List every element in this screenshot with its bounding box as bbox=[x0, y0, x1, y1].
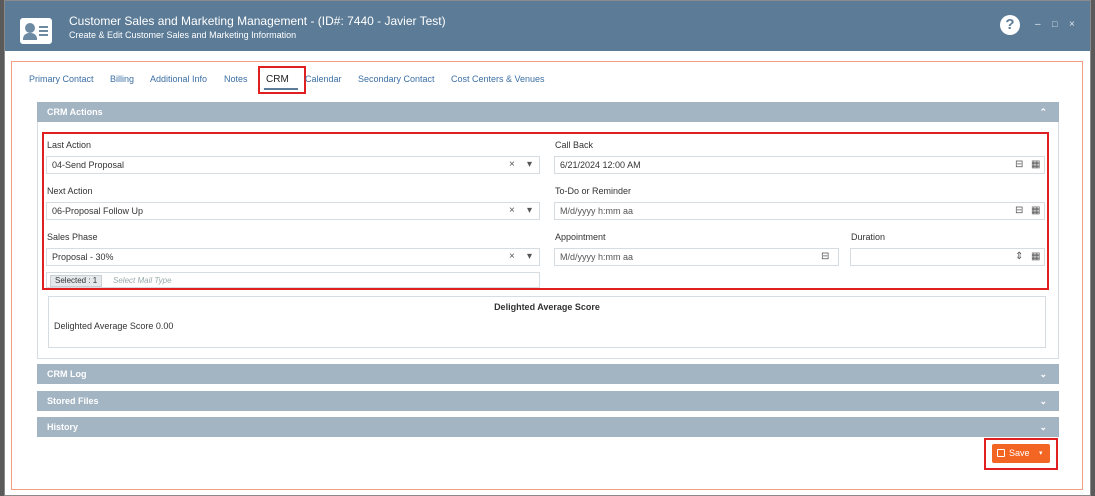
call-back-datetime[interactable]: 6/21/2024 12:00 AM ⊟ ▦ bbox=[554, 156, 1045, 174]
tab-crm[interactable]: CRM bbox=[266, 74, 289, 85]
chevron-up-icon[interactable]: ⌃ bbox=[1039, 102, 1047, 122]
spinner-icon[interactable]: ⇕ bbox=[1015, 250, 1023, 264]
tab-additional-info[interactable]: Additional Info bbox=[150, 74, 207, 84]
history-header[interactable]: History ⌄ bbox=[37, 417, 1059, 437]
clear-icon[interactable]: × bbox=[509, 250, 515, 264]
clear-icon[interactable]: × bbox=[509, 158, 515, 172]
appointment-datetime[interactable]: M/d/yyyy h:mm aa ⊟ bbox=[554, 248, 839, 266]
next-action-select[interactable]: 06-Proposal Follow Up × ▾ bbox=[46, 202, 540, 220]
crm-log-header[interactable]: CRM Log ⌄ bbox=[37, 364, 1059, 384]
appointment-label: Appointment bbox=[555, 232, 606, 242]
chevron-down-icon[interactable]: ▾ bbox=[527, 250, 532, 264]
window-title: Customer Sales and Marketing Management … bbox=[69, 14, 446, 28]
chevron-down-icon[interactable]: ▾ bbox=[527, 158, 532, 172]
last-action-label: Last Action bbox=[47, 140, 92, 150]
stored-files-title: Stored Files bbox=[47, 396, 99, 406]
sales-phase-select[interactable]: Proposal - 30% × ▾ bbox=[46, 248, 540, 266]
next-action-label: Next Action bbox=[47, 186, 93, 196]
todo-placeholder: M/d/yyyy h:mm aa bbox=[560, 206, 634, 216]
appointment-placeholder: M/d/yyyy h:mm aa bbox=[560, 252, 634, 262]
delighted-score-value: Delighted Average Score 0.00 bbox=[54, 321, 174, 331]
tab-calendar[interactable]: Calendar bbox=[305, 74, 342, 84]
stored-files-header[interactable]: Stored Files ⌄ bbox=[37, 391, 1059, 411]
chevron-down-icon[interactable]: ⌄ bbox=[1039, 417, 1047, 437]
delighted-score-box: Delighted Average Score Delighted Averag… bbox=[48, 296, 1046, 348]
chevron-down-icon[interactable]: ⌄ bbox=[1039, 364, 1047, 384]
mail-type-placeholder: Select Mail Type bbox=[113, 276, 172, 285]
floppy-disk-icon bbox=[997, 449, 1005, 457]
title-bar: Customer Sales and Marketing Management … bbox=[5, 1, 1090, 51]
tab-primary-contact[interactable]: Primary Contact bbox=[29, 74, 94, 84]
selected-count-chip: Selected : 1 bbox=[50, 275, 103, 287]
duration-input[interactable]: ⇕ ▦ bbox=[850, 248, 1045, 266]
next-action-value: 06-Proposal Follow Up bbox=[52, 206, 144, 216]
todo-datetime[interactable]: M/d/yyyy h:mm aa ⊟ ▦ bbox=[554, 202, 1045, 220]
calendar-clear-icon[interactable]: ⊟ bbox=[821, 250, 829, 264]
maximize-button[interactable]: □ bbox=[1052, 19, 1057, 29]
crm-actions-title: CRM Actions bbox=[47, 107, 103, 117]
duration-label: Duration bbox=[851, 232, 886, 242]
help-icon[interactable]: ? bbox=[1000, 15, 1020, 35]
calendar-icon[interactable]: ▦ bbox=[1031, 204, 1040, 218]
delighted-score-title: Delighted Average Score bbox=[494, 302, 600, 312]
call-back-value: 6/21/2024 12:00 AM bbox=[560, 160, 641, 170]
save-label: Save bbox=[1009, 448, 1030, 458]
history-title: History bbox=[47, 422, 79, 432]
window-subtitle: Create & Edit Customer Sales and Marketi… bbox=[69, 30, 297, 40]
call-back-label: Call Back bbox=[555, 140, 594, 150]
save-button[interactable]: Save ▾ bbox=[992, 444, 1050, 463]
calendar-icon[interactable]: ▦ bbox=[1031, 158, 1040, 172]
sales-phase-value: Proposal - 30% bbox=[52, 252, 114, 262]
clear-icon[interactable]: × bbox=[509, 204, 515, 218]
calendar-icon[interactable]: ▦ bbox=[1031, 250, 1040, 264]
last-action-select[interactable]: 04-Send Proposal × ▾ bbox=[46, 156, 540, 174]
chevron-down-icon[interactable]: ⌄ bbox=[1039, 391, 1047, 411]
tab-billing[interactable]: Billing bbox=[110, 74, 134, 84]
app-window: Customer Sales and Marketing Management … bbox=[4, 0, 1091, 496]
last-action-value: 04-Send Proposal bbox=[52, 160, 125, 170]
tab-notes[interactable]: Notes bbox=[224, 74, 248, 84]
crm-log-title: CRM Log bbox=[47, 369, 87, 379]
calendar-clear-icon[interactable]: ⊟ bbox=[1015, 204, 1023, 218]
contact-card-icon bbox=[20, 18, 52, 44]
chevron-down-icon[interactable]: ▾ bbox=[527, 204, 532, 218]
active-tab-underline bbox=[264, 88, 298, 90]
sales-phase-label: Sales Phase bbox=[47, 232, 98, 242]
crm-actions-header[interactable]: CRM Actions ⌃ bbox=[37, 102, 1059, 122]
tab-cost-centers-venues[interactable]: Cost Centers & Venues bbox=[451, 74, 545, 84]
tab-secondary-contact[interactable]: Secondary Contact bbox=[358, 74, 435, 84]
close-button[interactable]: × bbox=[1069, 19, 1075, 30]
chevron-down-icon[interactable]: ▾ bbox=[1039, 444, 1043, 463]
calendar-clear-icon[interactable]: ⊟ bbox=[1015, 158, 1023, 172]
todo-label: To-Do or Reminder bbox=[555, 186, 632, 196]
mail-type-multiselect[interactable]: Selected : 1 Select Mail Type bbox=[46, 272, 540, 288]
minimize-button[interactable]: – bbox=[1035, 19, 1041, 30]
